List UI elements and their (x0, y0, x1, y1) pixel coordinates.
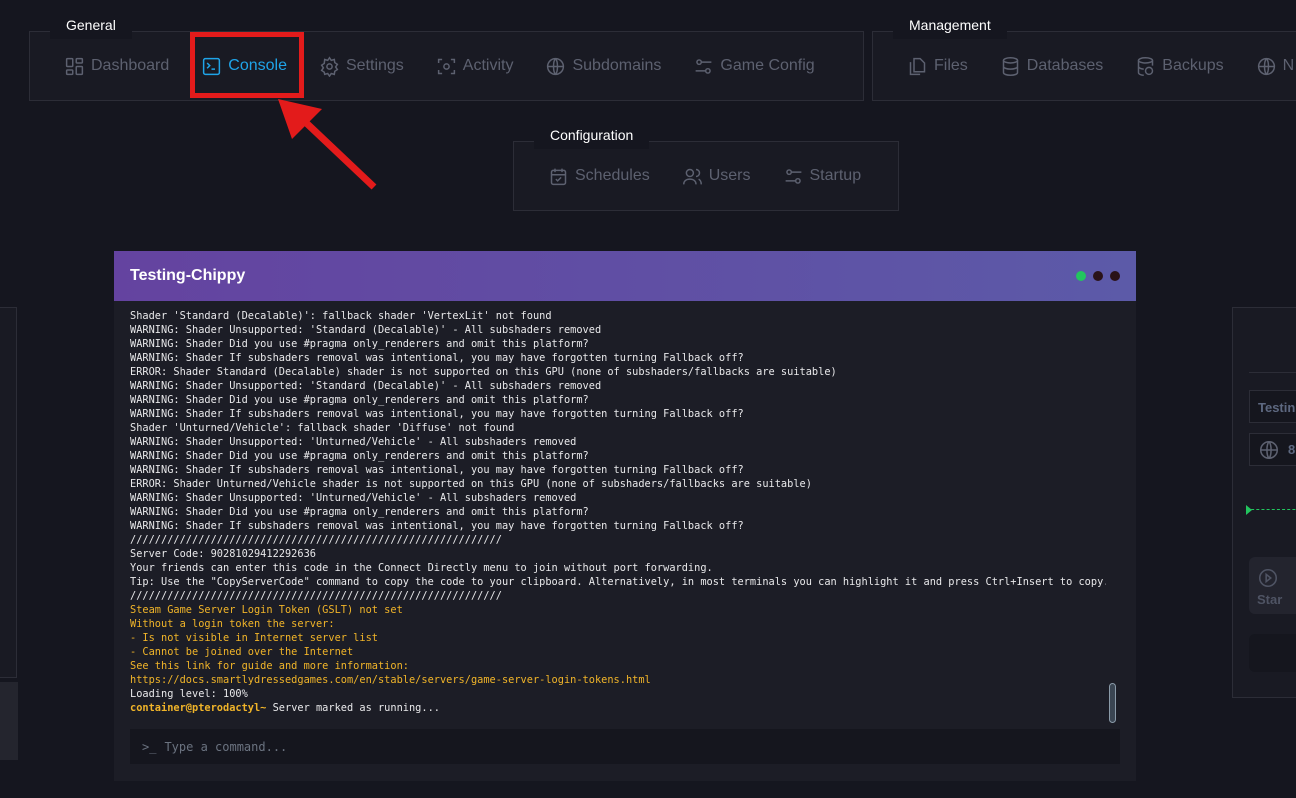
start-button[interactable]: Star (1249, 557, 1296, 614)
console-line: ////////////////////////////////////////… (130, 590, 502, 602)
status-line (1246, 509, 1296, 510)
play-icon (1258, 568, 1278, 588)
gear-icon (320, 55, 339, 77)
server-info-panel: Testin 8 Star (1232, 307, 1296, 698)
console-output: Shader 'Standard (Decalable)': fallback … (130, 309, 1106, 715)
console-line: ////////////////////////////////////////… (130, 534, 502, 546)
prompt-chevron-icon: >_ (142, 739, 157, 754)
console-line: - Is not visible in Internet server list (130, 632, 378, 644)
users-icon (682, 168, 702, 184)
console-line: WARNING: Shader If subshaders removal wa… (130, 464, 744, 476)
globe-icon (1257, 57, 1275, 75)
sliders-icon (785, 168, 801, 184)
console-line: https://docs.smartlydressedgames.com/en/… (130, 674, 651, 686)
console-line: WARNING: Shader Did you use #pragma only… (130, 338, 589, 350)
globe-icon (1259, 440, 1279, 459)
nav-group-general: General Dashboard Console Settings Activ… (29, 11, 864, 101)
console-line: Tip: Use the "CopyServerCode" command to… (130, 576, 1106, 588)
secondary-button[interactable] (1249, 634, 1296, 672)
console-line: WARNING: Shader Did you use #pragma only… (130, 394, 589, 406)
dashboard-icon (65, 57, 84, 75)
left-side-panel-lower (0, 682, 18, 760)
backup-icon (1138, 56, 1154, 76)
console-line: WARNING: Shader If subshaders removal wa… (130, 352, 744, 364)
console-line: Steam Game Server Login Token (GSLT) not… (130, 604, 403, 616)
console-line: ERROR: Shader Standard (Decalable) shade… (130, 366, 837, 378)
nav-startup[interactable]: Startup (783, 166, 861, 187)
nav-users[interactable]: Users (682, 166, 751, 187)
nav-group-configuration: Configuration Schedules Users Startup (513, 121, 899, 211)
console-header: Testing-Chippy (114, 251, 1136, 301)
console-line: Shader 'Unturned/Vehicle': fallback shad… (130, 422, 515, 434)
console-line: WARNING: Shader Did you use #pragma only… (130, 506, 589, 518)
console-line: - Cannot be joined over the Internet (130, 646, 354, 658)
server-name-field[interactable]: Testin (1249, 390, 1296, 423)
prompt-user: container@pterodactyl~ (130, 702, 267, 714)
sliders-icon (696, 58, 712, 74)
console-line: WARNING: Shader Unsupported: 'Unturned/V… (130, 492, 577, 504)
annotation-highlight-box (190, 32, 304, 98)
console-line: See this link for guide and more informa… (130, 660, 409, 672)
console-line: WARNING: Shader Unsupported: 'Unturned/V… (130, 436, 577, 448)
console-line: Your friends can enter this code in the … (130, 562, 713, 574)
group-label: Management (893, 11, 1007, 39)
status-dot-online (1076, 271, 1086, 281)
globe-icon (547, 57, 565, 75)
console-line: WARNING: Shader Did you use #pragma only… (130, 450, 589, 462)
nav-group-management: Management Files Databases Backups N (872, 11, 1296, 101)
left-side-panel (0, 307, 17, 678)
status-dot (1110, 271, 1120, 281)
status-dots (1076, 271, 1120, 281)
nav-settings[interactable]: Settings (319, 55, 404, 77)
server-address-field[interactable]: 8 (1249, 433, 1296, 466)
files-icon (909, 57, 926, 75)
annotation-arrow-icon (278, 99, 377, 190)
status-dot (1093, 271, 1103, 281)
console-line: WARNING: Shader If subshaders removal wa… (130, 408, 744, 420)
nav-databases[interactable]: Databases (1000, 56, 1103, 77)
nav-files[interactable]: Files (907, 56, 968, 77)
nav-backups[interactable]: Backups (1135, 56, 1224, 77)
console-line: Shader 'Standard (Decalable)': fallback … (130, 310, 552, 322)
console-line: WARNING: Shader Unsupported: 'Standard (… (130, 324, 602, 336)
nav-schedules[interactable]: Schedules (548, 166, 650, 187)
prompt-message: Server marked as running... (266, 702, 440, 714)
console-scrollbar[interactable] (1109, 683, 1116, 723)
group-label: Configuration (534, 121, 650, 149)
console-line: Without a login token the server: (130, 618, 335, 630)
status-marker-icon (1246, 505, 1252, 515)
nav-activity[interactable]: Activity (436, 56, 513, 77)
command-input[interactable] (164, 739, 1065, 754)
nav-game-config[interactable]: Game Config (693, 56, 815, 77)
console-line: WARNING: Shader If subshaders removal wa… (130, 520, 744, 532)
calendar-icon (550, 168, 567, 185)
nav-network[interactable]: N (1256, 56, 1294, 77)
activity-icon (437, 58, 455, 74)
console-line: ERROR: Shader Unturned/Vehicle shader is… (130, 478, 812, 490)
console-line: WARNING: Shader Unsupported: 'Standard (… (130, 380, 602, 392)
nav-dashboard[interactable]: Dashboard (64, 56, 169, 77)
command-bar: >_ (130, 729, 1120, 764)
nav-subdomains[interactable]: Subdomains (545, 56, 661, 77)
database-icon (1002, 56, 1019, 76)
server-title: Testing-Chippy (130, 267, 246, 284)
console-prompt-line: container@pterodactyl~ Server marked as … (130, 701, 1106, 715)
console-line: Server Code: 90281029412292636 (130, 548, 316, 560)
console-window: Testing-Chippy Shader 'Standard (Decalab… (114, 251, 1136, 781)
console-line: Loading level: 100% (130, 688, 248, 700)
group-label: General (50, 11, 132, 39)
